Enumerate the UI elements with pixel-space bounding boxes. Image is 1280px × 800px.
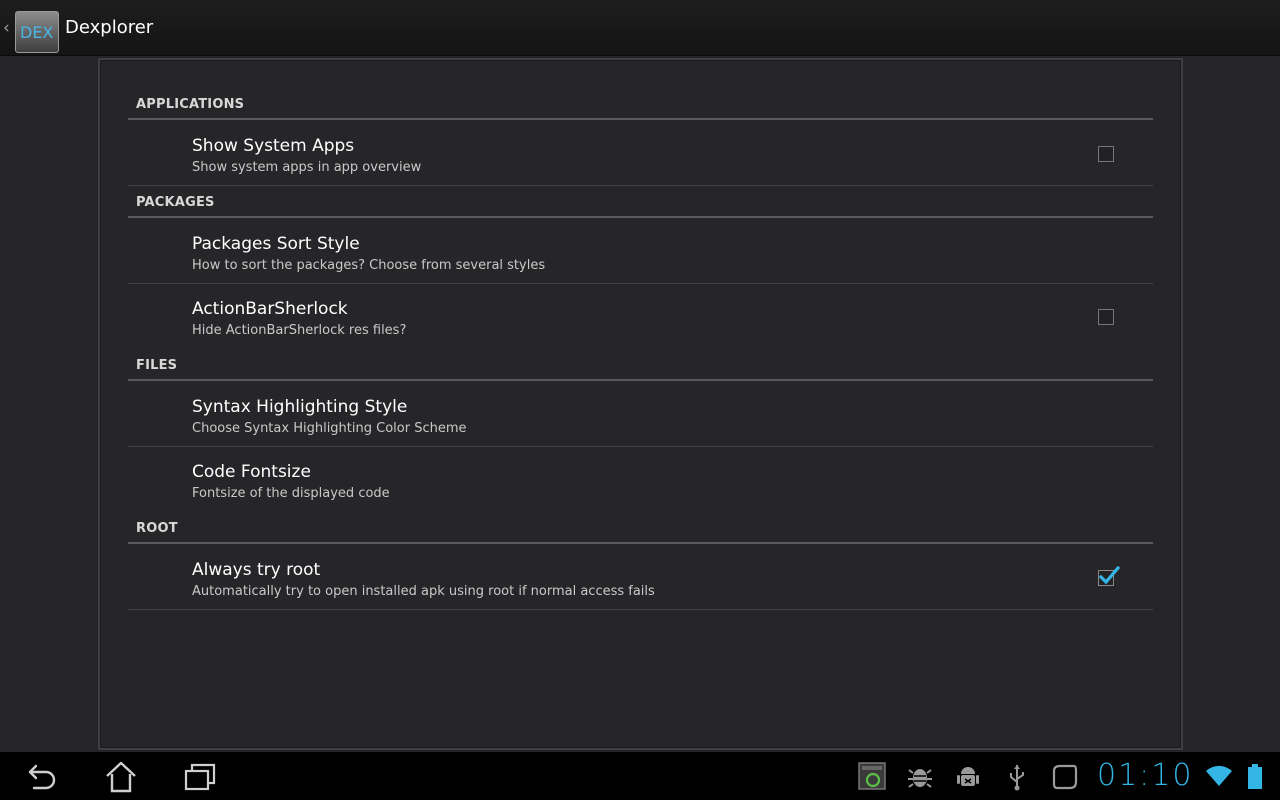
pref-title: Syntax Highlighting Style bbox=[192, 397, 408, 417]
pref-summary: Automatically try to open installed apk … bbox=[192, 584, 655, 599]
category-label: APPLICATIONS bbox=[136, 97, 245, 112]
sync-icon bbox=[1050, 762, 1080, 792]
pref-summary: How to sort the packages? Choose from se… bbox=[192, 258, 546, 273]
category-files: FILES bbox=[128, 341, 1153, 381]
android-debug-icon bbox=[954, 762, 984, 792]
pref-summary: Hide ActionBarSherlock res files? bbox=[192, 323, 407, 338]
screen: ‹ DEX Dexplorer APPLICATIONS Show System… bbox=[0, 0, 1280, 800]
action-bar: ‹ DEX Dexplorer bbox=[0, 0, 1280, 56]
show-system-apps-checkbox[interactable] bbox=[1098, 146, 1114, 162]
screenshot-notification-icon[interactable] bbox=[858, 761, 888, 791]
clock[interactable]: 01:10 bbox=[1097, 758, 1193, 793]
pref-summary: Show system apps in app overview bbox=[192, 160, 422, 175]
pref-show-system-apps[interactable]: Show System Apps Show system apps in app… bbox=[128, 122, 1153, 186]
app-icon: DEX bbox=[15, 11, 59, 53]
home-icon[interactable] bbox=[102, 760, 142, 794]
pref-actionbarsherlock[interactable]: ActionBarSherlock Hide ActionBarSherlock… bbox=[128, 285, 1153, 349]
recent-apps-icon[interactable] bbox=[182, 760, 222, 794]
app-title: Dexplorer bbox=[65, 17, 154, 38]
app-icon-label: DEX bbox=[20, 23, 54, 42]
system-bar: 01:10 bbox=[0, 752, 1280, 800]
up-caret-icon: ‹ bbox=[3, 18, 10, 38]
pref-title: Packages Sort Style bbox=[192, 234, 360, 254]
wifi-icon bbox=[1205, 762, 1235, 792]
pref-code-fontsize[interactable]: Code Fontsize Fontsize of the displayed … bbox=[128, 448, 1153, 512]
category-label: FILES bbox=[136, 358, 178, 373]
pref-title: Show System Apps bbox=[192, 136, 355, 156]
pref-title: Code Fontsize bbox=[192, 462, 311, 482]
pref-title: Always try root bbox=[192, 560, 321, 580]
pref-syntax-highlighting-style[interactable]: Syntax Highlighting Style Choose Syntax … bbox=[128, 383, 1153, 447]
debug-bug-icon bbox=[906, 762, 936, 792]
always-try-root-checkbox[interactable] bbox=[1098, 566, 1120, 586]
pref-packages-sort-style[interactable]: Packages Sort Style How to sort the pack… bbox=[128, 220, 1153, 284]
pref-always-try-root[interactable]: Always try root Automatically try to ope… bbox=[128, 546, 1153, 610]
category-packages: PACKAGES bbox=[128, 178, 1153, 218]
category-label: ROOT bbox=[136, 521, 178, 536]
actionbarsherlock-checkbox[interactable] bbox=[1098, 309, 1114, 325]
pref-summary: Fontsize of the displayed code bbox=[192, 486, 390, 501]
category-label: PACKAGES bbox=[136, 195, 215, 210]
pref-title: ActionBarSherlock bbox=[192, 299, 348, 319]
usb-icon bbox=[1003, 762, 1033, 792]
battery-icon bbox=[1244, 762, 1274, 792]
pref-summary: Choose Syntax Highlighting Color Scheme bbox=[192, 421, 467, 436]
category-root: ROOT bbox=[128, 504, 1153, 544]
preferences-panel: APPLICATIONS Show System Apps Show syste… bbox=[98, 58, 1183, 750]
checkmark-icon bbox=[1098, 566, 1120, 585]
back-icon[interactable] bbox=[22, 760, 62, 794]
category-applications: APPLICATIONS bbox=[128, 80, 1153, 120]
